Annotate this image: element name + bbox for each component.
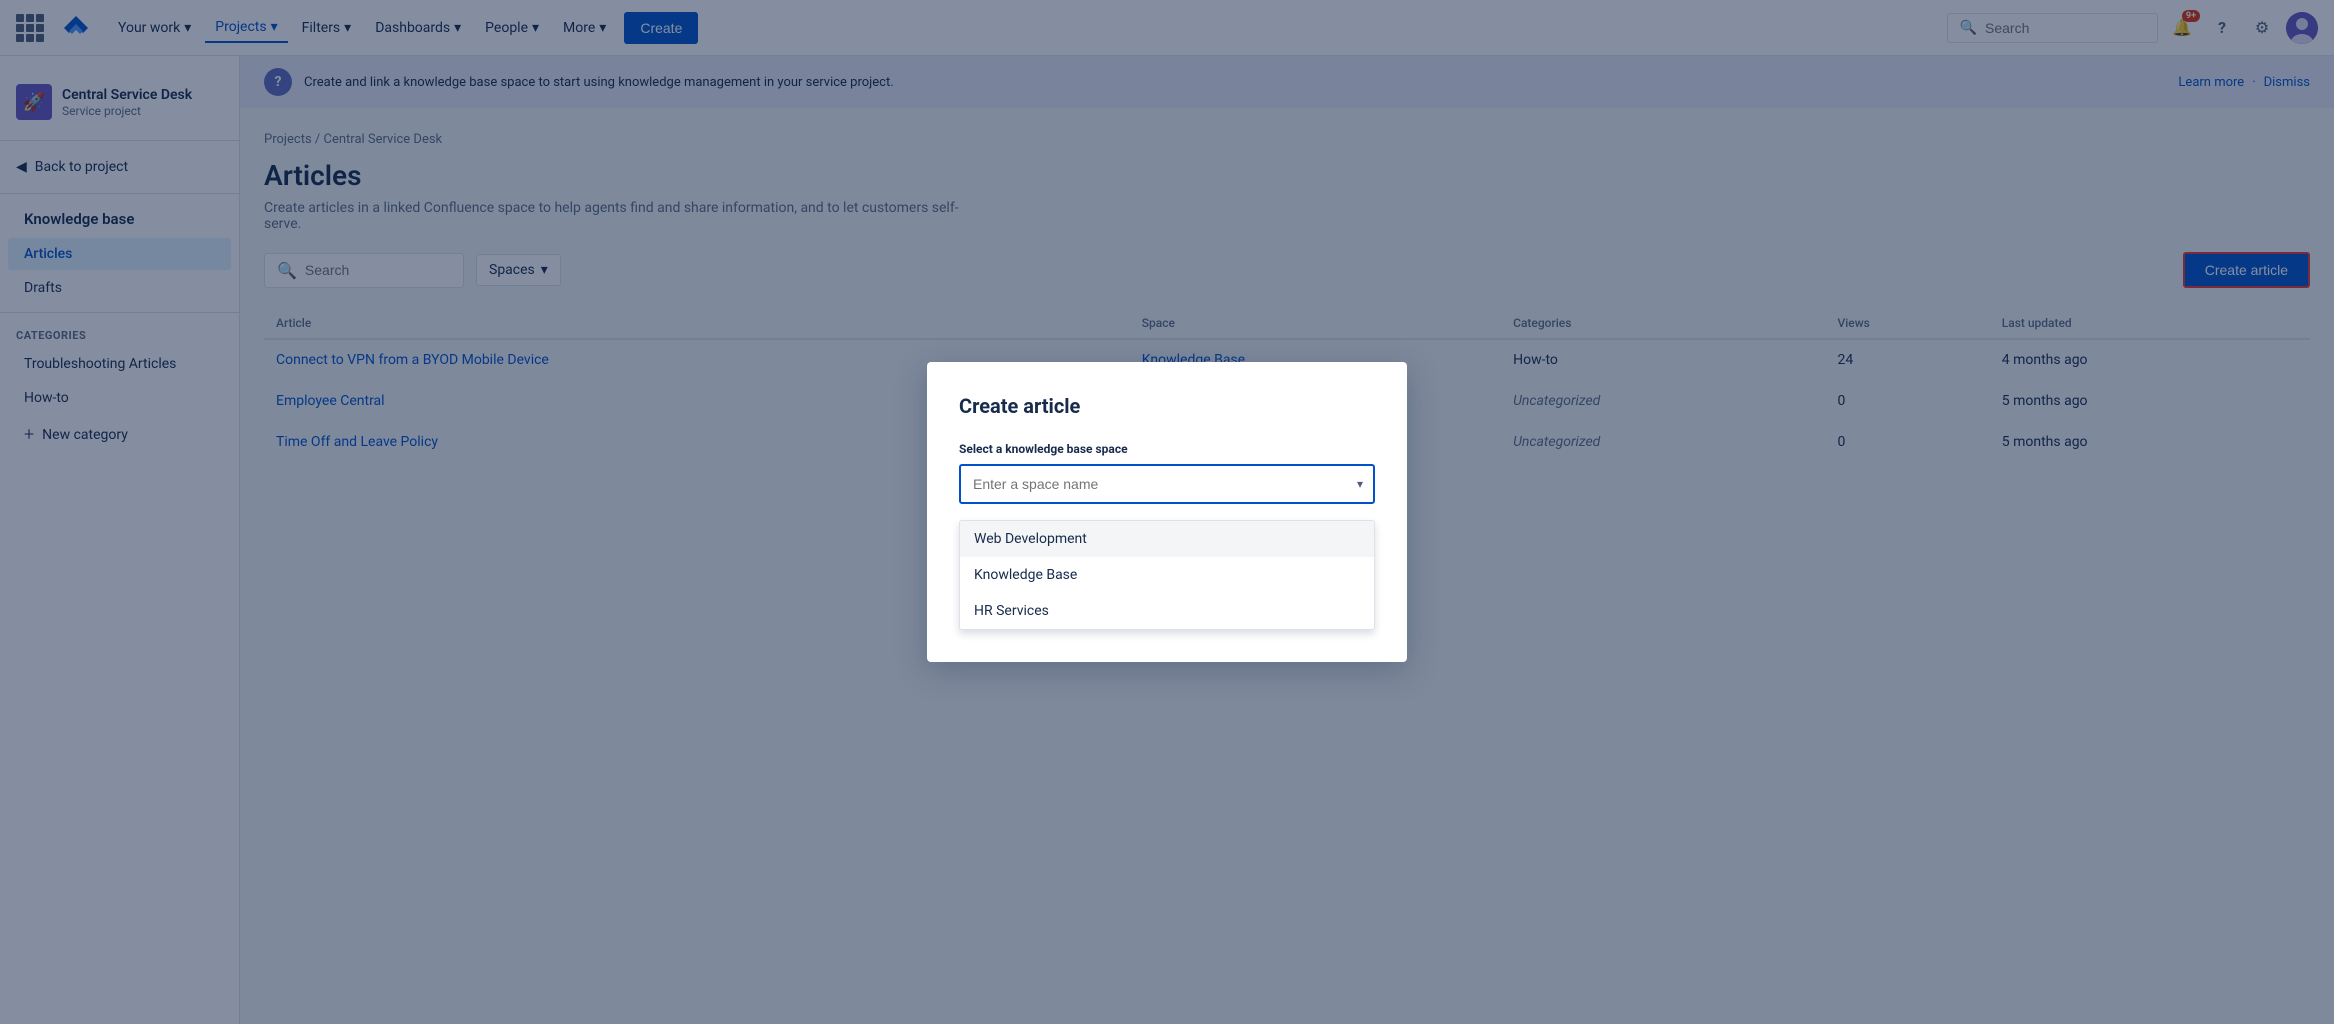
- dropdown-option[interactable]: Knowledge Base: [960, 557, 1374, 593]
- space-name-input[interactable]: [959, 464, 1375, 504]
- dropdown-option[interactable]: HR Services: [960, 593, 1374, 629]
- space-dropdown: Web DevelopmentKnowledge BaseHR Services: [959, 520, 1375, 630]
- dropdown-option[interactable]: Web Development: [960, 521, 1374, 557]
- modal-select-wrapper: ▾: [959, 464, 1375, 504]
- modal-select-label: Select a knowledge base space: [959, 442, 1375, 456]
- modal-title: Create article: [959, 394, 1375, 418]
- modal-overlay[interactable]: Create article Select a knowledge base s…: [0, 0, 2334, 1024]
- create-article-modal: Create article Select a knowledge base s…: [927, 362, 1407, 662]
